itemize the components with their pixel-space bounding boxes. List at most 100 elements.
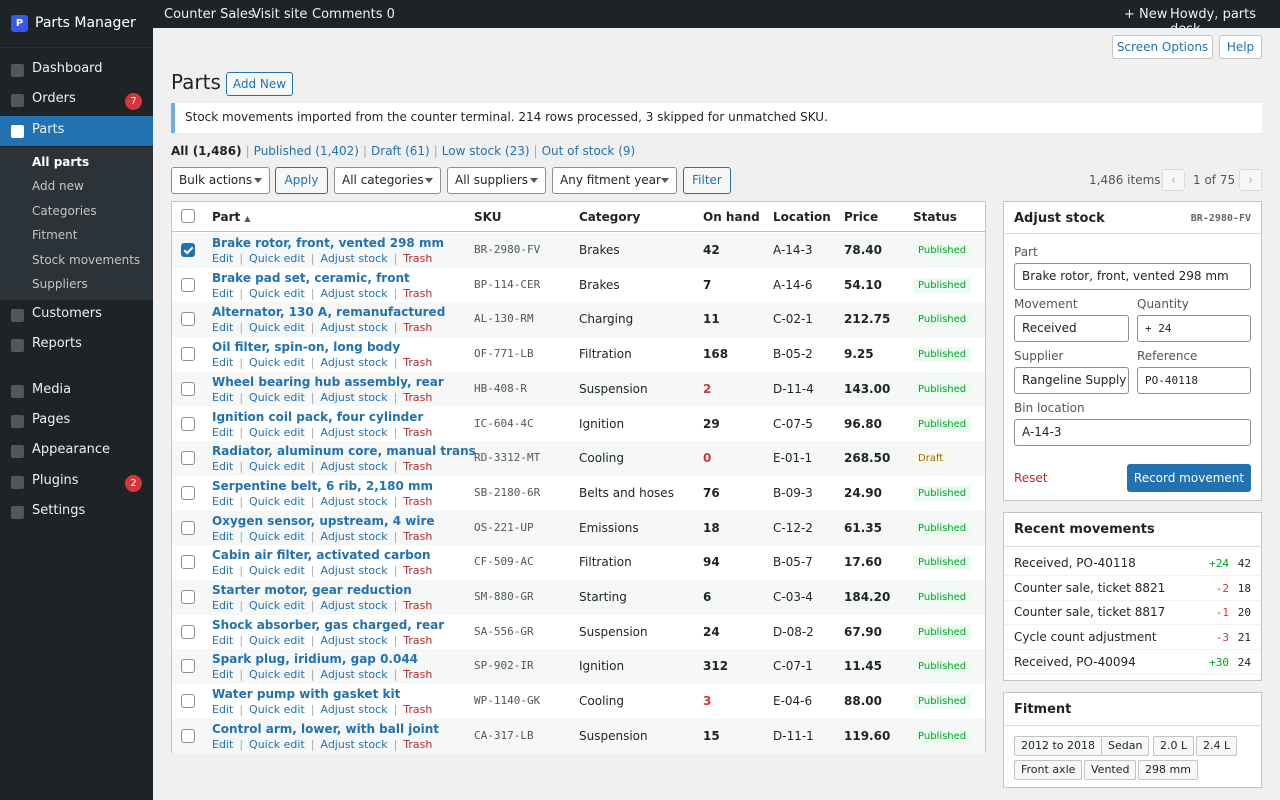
movement-field[interactable]: Received (1014, 315, 1129, 342)
quick-edit-link[interactable]: Quick edit (249, 426, 305, 439)
row-checkbox[interactable] (181, 728, 195, 743)
submenu-add-new[interactable]: Add new (32, 179, 84, 193)
categories-select[interactable]: All categories (334, 167, 441, 194)
apply-button[interactable]: Apply (275, 167, 328, 194)
view-low-stock[interactable]: Low stock (23) (442, 144, 530, 158)
quick-edit-link[interactable]: Quick edit (249, 460, 305, 473)
sidebar-item-customers[interactable]: Customers (0, 300, 153, 330)
trash-link[interactable]: Trash (403, 252, 432, 265)
adjust-stock-link[interactable]: Adjust stock (320, 738, 387, 751)
edit-link[interactable]: Edit (212, 668, 233, 681)
counter-sales-link[interactable]: Counter Sales (164, 7, 255, 22)
row-checkbox[interactable] (181, 624, 195, 639)
submenu-stock-movements[interactable]: Stock movements (32, 253, 140, 267)
quick-edit-link[interactable]: Quick edit (249, 530, 305, 543)
fitment-tag[interactable]: Front axle (1014, 760, 1083, 780)
row-checkbox[interactable] (181, 243, 195, 257)
part-title-link[interactable]: Oil filter, spin-on, long body (212, 340, 400, 354)
trash-link[interactable]: Trash (403, 287, 432, 300)
sidebar-item-media[interactable]: Media (0, 376, 153, 406)
adjust-stock-link[interactable]: Adjust stock (320, 391, 387, 404)
howdy-user-link[interactable]: Howdy, parts desk (1170, 7, 1280, 37)
trash-link[interactable]: Trash (403, 599, 432, 612)
suppliers-select[interactable]: All suppliers (447, 167, 546, 194)
row-checkbox[interactable] (181, 520, 195, 535)
visit-site-link[interactable]: Visit site (252, 7, 307, 22)
quick-edit-link[interactable]: Quick edit (249, 564, 305, 577)
edit-link[interactable]: Edit (212, 391, 233, 404)
comments-link[interactable]: Comments 0 (312, 7, 395, 22)
sidebar-item-pages[interactable]: Pages (0, 406, 153, 436)
part-title-link[interactable]: Spark plug, iridium, gap 0.044 (212, 652, 418, 666)
fitment-year-select[interactable]: Any fitment year (552, 167, 677, 194)
part-title-link[interactable]: Shock absorber, gas charged, rear (212, 618, 444, 632)
edit-link[interactable]: Edit (212, 356, 233, 369)
adjust-stock-link[interactable]: Adjust stock (320, 252, 387, 265)
reset-link[interactable]: Reset (1014, 471, 1048, 485)
edit-link[interactable]: Edit (212, 426, 233, 439)
adjust-stock-link[interactable]: Adjust stock (320, 564, 387, 577)
quick-edit-link[interactable]: Quick edit (249, 738, 305, 751)
quick-edit-link[interactable]: Quick edit (249, 495, 305, 508)
trash-link[interactable]: Trash (403, 426, 432, 439)
edit-link[interactable]: Edit (212, 460, 233, 473)
sidebar-item-parts[interactable]: Parts (0, 116, 153, 146)
screen-options-button[interactable]: Screen Options (1112, 35, 1213, 59)
quick-edit-link[interactable]: Quick edit (249, 356, 305, 369)
edit-link[interactable]: Edit (212, 634, 233, 647)
adjust-stock-link[interactable]: Adjust stock (320, 356, 387, 369)
quick-edit-link[interactable]: Quick edit (249, 668, 305, 681)
view-out-of-stock[interactable]: Out of stock (9) (542, 144, 636, 158)
quick-edit-link[interactable]: Quick edit (249, 252, 305, 265)
quick-edit-link[interactable]: Quick edit (249, 703, 305, 716)
row-checkbox[interactable] (181, 485, 195, 500)
row-checkbox[interactable] (181, 694, 195, 709)
column-category[interactable]: Category (579, 210, 640, 224)
row-checkbox[interactable] (181, 277, 195, 292)
trash-link[interactable]: Trash (403, 703, 432, 716)
submenu-all-parts[interactable]: All parts (32, 155, 89, 169)
view-published[interactable]: Published (1,402) (254, 144, 359, 158)
fitment-tag[interactable]: 298 mm (1138, 760, 1198, 780)
add-new-button[interactable]: Add New (226, 72, 293, 96)
row-checkbox[interactable] (181, 416, 195, 431)
adjust-stock-link[interactable]: Adjust stock (320, 668, 387, 681)
submenu-categories[interactable]: Categories (32, 204, 97, 218)
filter-button[interactable]: Filter (683, 167, 731, 194)
supplier-field[interactable]: Rangeline Supply (1014, 367, 1129, 394)
fitment-tag[interactable]: 2.0 L (1153, 736, 1195, 756)
adjust-stock-link[interactable]: Adjust stock (320, 634, 387, 647)
edit-link[interactable]: Edit (212, 564, 233, 577)
submenu-fitment[interactable]: Fitment (32, 228, 77, 242)
submenu-suppliers[interactable]: Suppliers (32, 277, 88, 291)
help-button[interactable]: Help (1219, 35, 1262, 59)
sidebar-item-reports[interactable]: Reports (0, 330, 153, 360)
quick-edit-link[interactable]: Quick edit (249, 599, 305, 612)
bin-location-field[interactable]: A-14-3 (1014, 419, 1251, 446)
column-status[interactable]: Status (913, 210, 957, 224)
row-checkbox[interactable] (181, 555, 195, 570)
quick-edit-link[interactable]: Quick edit (249, 634, 305, 647)
trash-link[interactable]: Trash (403, 356, 432, 369)
bulk-actions-select[interactable]: Bulk actions (171, 167, 270, 194)
row-checkbox[interactable] (181, 312, 195, 327)
part-title-link[interactable]: Control arm, lower, with ball joint (212, 722, 439, 736)
row-checkbox[interactable] (181, 347, 195, 362)
column-sku[interactable]: SKU (474, 210, 501, 224)
trash-link[interactable]: Trash (403, 634, 432, 647)
adjust-stock-link[interactable]: Adjust stock (320, 321, 387, 334)
trash-link[interactable]: Trash (403, 460, 432, 473)
edit-link[interactable]: Edit (212, 252, 233, 265)
column-price[interactable]: Price (844, 210, 878, 224)
part-field[interactable]: Brake rotor, front, vented 298 mm (1014, 263, 1251, 290)
adjust-stock-link[interactable]: Adjust stock (320, 530, 387, 543)
sidebar-item-dashboard[interactable]: Dashboard (0, 55, 153, 85)
part-title-link[interactable]: Wheel bearing hub assembly, rear (212, 375, 444, 389)
fitment-tag[interactable]: 2012 to 2018 (1014, 736, 1103, 756)
row-checkbox[interactable] (181, 381, 195, 396)
new-link[interactable]: + New (1124, 7, 1167, 22)
quick-edit-link[interactable]: Quick edit (249, 287, 305, 300)
trash-link[interactable]: Trash (403, 321, 432, 334)
part-title-link[interactable]: Ignition coil pack, four cylinder (212, 410, 423, 424)
column-on-hand[interactable]: On hand (703, 210, 760, 224)
